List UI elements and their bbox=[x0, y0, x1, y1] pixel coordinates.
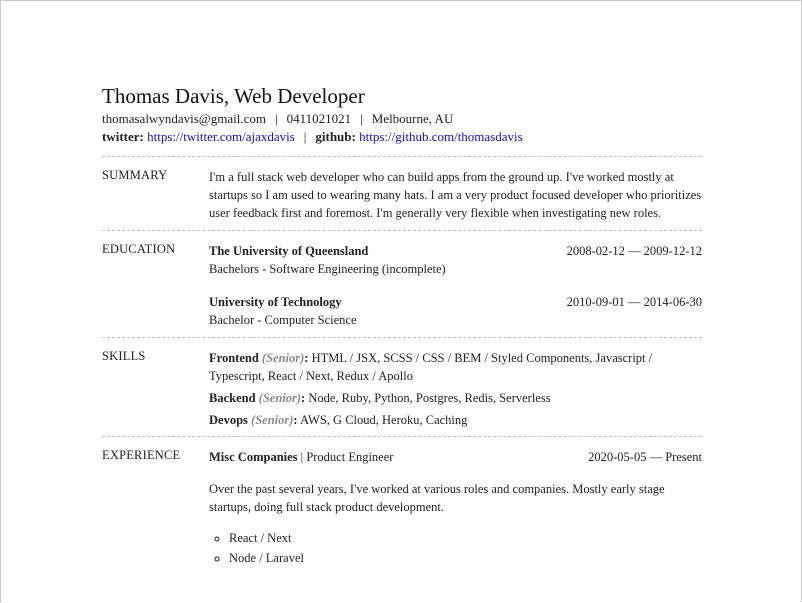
contact-line-2: twitter: https://twitter.com/ajaxdavis | g… bbox=[102, 129, 523, 144]
skills-list: Frontend (Senior): HTML / JSX, SCSS / CS… bbox=[209, 349, 702, 429]
resume: Thomas Davis, Web Developer thomasalwynd… bbox=[102, 83, 702, 568]
experience-highlights: React / Next Node / Laravel bbox=[209, 528, 702, 568]
skill-name: Devops bbox=[209, 413, 248, 427]
education-item: University of Technology 2010-09-01 — 20… bbox=[209, 293, 702, 329]
skill-item: Frontend (Senior): HTML / JSX, SCSS / CS… bbox=[209, 351, 653, 383]
contact-phone: 0411021021 bbox=[286, 111, 352, 126]
skills-section: SKILLS Frontend (Senior): HTML / JSX, SC… bbox=[102, 338, 702, 436]
experience-position: Product Engineer bbox=[306, 450, 394, 464]
summary-section: SUMMARY I'm a full stack web developer w… bbox=[102, 157, 702, 230]
education-degree: Bachelor - Computer Science bbox=[209, 313, 357, 327]
github-label: github: bbox=[315, 129, 356, 144]
skill-name: Frontend bbox=[209, 351, 259, 365]
contact-email: thomasalwyndavis@gmail.com bbox=[102, 111, 266, 126]
education-label: EDUCATION bbox=[102, 242, 176, 256]
experience-label: EXPERIENCE bbox=[102, 448, 181, 462]
list-item: Node / Laravel bbox=[229, 548, 702, 568]
experience-summary: Over the past several years, I've worked… bbox=[209, 482, 665, 514]
education-dates: 2008-02-12 — 2009-12-12 bbox=[566, 244, 702, 258]
experience-company: Misc Companies bbox=[209, 450, 298, 464]
experience-list: Misc Companies | Product Engineer 2020-0… bbox=[209, 448, 702, 568]
experience-dates: 2020-05-05 — Present bbox=[588, 450, 702, 464]
twitter-link[interactable]: https://twitter.com/ajaxdavis bbox=[147, 129, 295, 144]
list-item: React / Next bbox=[229, 528, 702, 548]
skill-item: Devops (Senior): AWS, G Cloud, Heroku, C… bbox=[209, 413, 468, 427]
experience-item: Misc Companies | Product Engineer 2020-0… bbox=[209, 448, 702, 568]
skill-keywords: Node, Ruby, Python, Postgres, Redis, Ser… bbox=[308, 391, 551, 405]
resume-name: Thomas Davis, Web Developer bbox=[102, 84, 365, 108]
skill-name: Backend bbox=[209, 391, 256, 405]
education-list: The University of Queensland 2008-02-12 … bbox=[209, 242, 702, 329]
page-frame: Thomas Davis, Web Developer thomasalwynd… bbox=[0, 0, 802, 602]
contact-location: Melbourne, AU bbox=[371, 111, 454, 126]
skill-item: Backend (Senior): Node, Ruby, Python, Po… bbox=[209, 391, 551, 405]
github-link[interactable]: https://github.com/thomasdavis bbox=[359, 129, 523, 144]
twitter-label: twitter: bbox=[102, 129, 144, 144]
skills-label: SKILLS bbox=[102, 349, 146, 363]
education-dates: 2010-09-01 — 2014-06-30 bbox=[566, 295, 702, 309]
contact-line-1: thomasalwyndavis@gmail.com | 0411021021 | Me… bbox=[102, 111, 454, 126]
skill-level: (Senior) bbox=[251, 413, 294, 427]
experience-section: EXPERIENCE Misc Companies | Product Engi… bbox=[102, 437, 702, 568]
education-institution: University of Technology bbox=[209, 295, 342, 309]
skill-level: (Senior) bbox=[258, 391, 302, 405]
education-item: The University of Queensland 2008-02-12 … bbox=[209, 242, 702, 278]
education-institution: The University of Queensland bbox=[209, 244, 369, 258]
skill-level: (Senior) bbox=[261, 351, 305, 365]
skill-keywords: AWS, G Cloud, Heroku, Caching bbox=[300, 413, 468, 427]
summary-text: I'm a full stack web developer who can b… bbox=[209, 170, 702, 220]
education-degree: Bachelors - Software Engineering (incomp… bbox=[209, 262, 446, 276]
summary-label: SUMMARY bbox=[102, 168, 168, 182]
education-section: EDUCATION The University of Queensland 2… bbox=[102, 231, 702, 337]
